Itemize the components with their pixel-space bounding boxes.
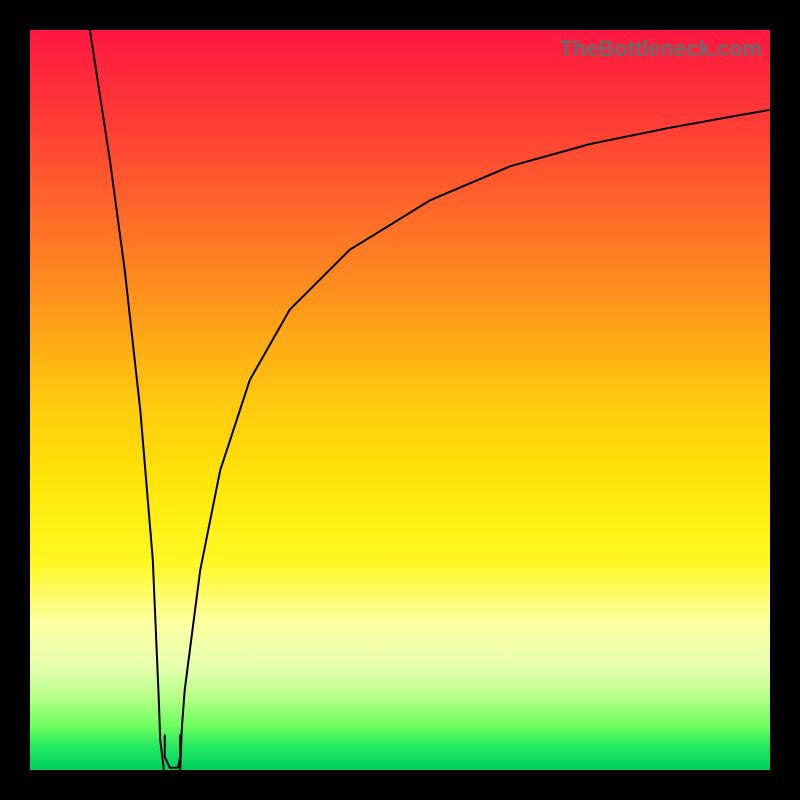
chart-frame: TheBottleneck.com	[0, 0, 800, 800]
fiducial-u-marker	[165, 735, 181, 768]
series-right-branch	[180, 110, 770, 770]
chart-plot-area: TheBottleneck.com	[30, 30, 770, 770]
chart-curves	[30, 30, 770, 770]
watermark-text: TheBottleneck.com	[559, 36, 762, 62]
series-left-branch	[90, 30, 164, 770]
